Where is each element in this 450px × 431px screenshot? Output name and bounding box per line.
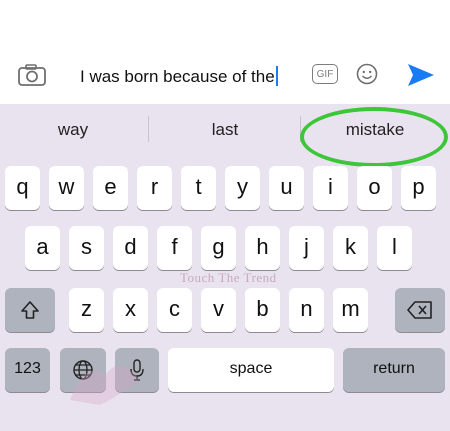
space-key[interactable]: space	[168, 348, 334, 392]
backspace-icon	[407, 301, 432, 319]
key-t[interactable]: t	[181, 166, 216, 210]
key-n[interactable]: n	[289, 288, 324, 332]
key-q[interactable]: q	[5, 166, 40, 210]
key-g[interactable]: g	[201, 226, 236, 270]
key-s[interactable]: s	[69, 226, 104, 270]
key-k[interactable]: k	[333, 226, 368, 270]
key-i[interactable]: i	[313, 166, 348, 210]
key-r[interactable]: r	[137, 166, 172, 210]
gif-icon[interactable]: GIF	[312, 64, 338, 84]
key-j[interactable]: j	[289, 226, 324, 270]
key-p[interactable]: p	[401, 166, 436, 210]
watermark-text: Touch The Trend	[180, 270, 277, 285]
key-m[interactable]: m	[333, 288, 368, 332]
key-o[interactable]: o	[357, 166, 392, 210]
key-e[interactable]: e	[93, 166, 128, 210]
shift-icon	[21, 301, 39, 319]
suggestion-last[interactable]: last	[190, 120, 260, 140]
key-c[interactable]: c	[157, 288, 192, 332]
suggestion-bar: way last mistake	[0, 104, 450, 167]
key-x[interactable]: x	[113, 288, 148, 332]
highlight-circle	[300, 107, 448, 167]
shift-key[interactable]	[5, 288, 55, 332]
key-h[interactable]: h	[245, 226, 280, 270]
key-f[interactable]: f	[157, 226, 192, 270]
key-a[interactable]: a	[25, 226, 60, 270]
suggestion-way[interactable]: way	[38, 120, 108, 140]
key-y[interactable]: y	[225, 166, 260, 210]
key-l[interactable]: l	[377, 226, 412, 270]
camera-icon[interactable]	[18, 64, 46, 86]
return-key[interactable]: return	[343, 348, 445, 392]
key-v[interactable]: v	[201, 288, 236, 332]
message-input[interactable]: I was born because of the	[80, 66, 278, 87]
message-text: I was born because of the	[80, 67, 275, 86]
key-d[interactable]: d	[113, 226, 148, 270]
watermark-logo	[70, 366, 140, 405]
message-compose-bar: I was born because of the GIF	[0, 48, 450, 104]
backspace-key[interactable]	[395, 288, 445, 332]
numbers-key[interactable]: 123	[5, 348, 50, 392]
key-b[interactable]: b	[245, 288, 280, 332]
send-icon[interactable]	[406, 62, 436, 88]
key-z[interactable]: z	[69, 288, 104, 332]
emoji-icon[interactable]	[356, 63, 378, 85]
key-u[interactable]: u	[269, 166, 304, 210]
key-w[interactable]: w	[49, 166, 84, 210]
text-caret	[275, 66, 278, 86]
suggestion-divider	[148, 116, 149, 142]
